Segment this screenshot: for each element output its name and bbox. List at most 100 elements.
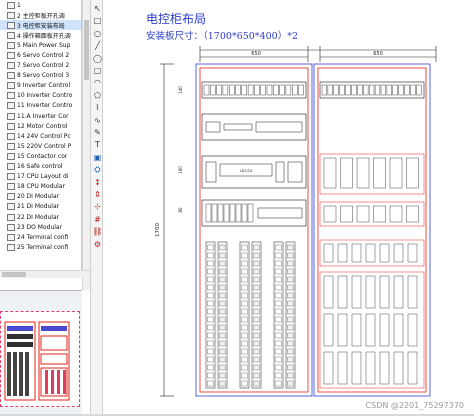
page-thumbnail-preview [4, 321, 70, 401]
polygon-tool-icon[interactable]: ⬠ [93, 91, 102, 100]
page-icon [7, 142, 15, 150]
arc-tool-icon[interactable]: ◠ [93, 78, 102, 87]
page-tree-item[interactable]: 11.A Inverter Cor [0, 111, 81, 121]
settings-tool-icon[interactable]: ⚙ [93, 240, 102, 249]
page-icon [7, 213, 15, 221]
page-tree-item[interactable]: 23 DO Modular [0, 222, 81, 232]
page-tree-item-label: 10 Inverter Contro [17, 92, 73, 100]
ellipse-tool-icon[interactable]: ◯ [93, 54, 102, 63]
page-icon [7, 52, 15, 60]
page-tree-item[interactable]: 24 Terminal confi [0, 232, 81, 242]
scrollbar-thumb[interactable] [84, 20, 89, 80]
page-tree-item-label: 11 Inverter Contro [17, 102, 73, 110]
page-tree-item[interactable]: 18 CPU Modular [0, 182, 81, 192]
page-icon [7, 173, 15, 181]
page-tree-item[interactable]: 8 Servo Control 3 [0, 71, 81, 81]
page-tree-item[interactable]: 7 Servo Control 2 [0, 61, 81, 71]
power-supply-label: LD2/24 [240, 169, 253, 173]
page-icon [7, 1, 15, 9]
page-tree-item[interactable]: 5 Main Power Sup [0, 40, 81, 50]
text-tool-icon[interactable]: T [93, 140, 102, 149]
page-tree-item[interactable]: 22 DI Modular [0, 212, 81, 222]
page-tree-item-label: 7 Servo Control 2 [17, 62, 70, 70]
page-tree-item[interactable]: 11 Inverter Contro [0, 101, 81, 111]
symbol-tool-icon[interactable]: ⛭ [93, 165, 102, 174]
right-relay-modules [319, 153, 425, 227]
page-tree-item-label: 21 DI Modular [17, 203, 60, 211]
page-tree-item[interactable]: 15 220V Control P [0, 141, 81, 151]
polyline-tool-icon[interactable]: ⌇ [93, 103, 102, 112]
page-tree-item[interactable]: 15 Contactor cor [0, 151, 81, 161]
page-icon [7, 92, 15, 100]
page-thumbnail[interactable] [0, 311, 80, 407]
page-tree-item[interactable]: 1 [0, 0, 81, 10]
drawing-subtitle: 安装板尺寸：（1700*650*400）*2 [146, 31, 298, 42]
page-tree-item[interactable]: 20 DI Modular [0, 192, 81, 202]
left-terminal-row [201, 199, 307, 227]
right-breaker-row [319, 81, 425, 99]
page-tree-item-label: 3 电控柜安装布局 [17, 22, 65, 30]
right-io-modules [319, 239, 425, 389]
page-tree-item-label: 17 CPU Layout di [17, 173, 69, 181]
grid-tool-icon[interactable]: # [93, 215, 102, 224]
page-icon [7, 193, 15, 201]
page-icon [7, 62, 15, 70]
dimension-tool-icon[interactable]: ↕ [93, 178, 102, 187]
pointer-tool-icon[interactable]: ↖ [93, 4, 102, 13]
page-tree-horizontal-scrollbar[interactable] [0, 270, 90, 278]
page-icon [7, 21, 15, 29]
page-tree-item-label: 15 Contactor cor [17, 152, 68, 160]
page-tree-item[interactable]: 17 CPU Layout di [0, 172, 81, 182]
rounded-rect-tool-icon[interactable]: ▢ [93, 66, 102, 75]
image-tool-icon[interactable]: ▣ [93, 153, 102, 162]
page-tree-item-label: 23 DO Modular [17, 223, 63, 231]
page-tree-item-label: 20 DI Modular [17, 193, 60, 201]
page-tree-item-label: 22 DI Modular [17, 213, 60, 221]
page-tree-item-label: 4 操作箱面板开孔调 [17, 32, 71, 40]
page-tree-item[interactable]: 10 Inverter Contro [0, 91, 81, 101]
page-icon [7, 163, 15, 171]
snap-tool-icon[interactable]: ⊹ [93, 202, 102, 211]
measure-tool-icon[interactable]: ⇕ [93, 190, 102, 199]
left-power-supply-row: LD2/24 [201, 155, 307, 189]
page-tree-item-label: 1 [17, 1, 21, 9]
page-tree-item-label: 9 Inverter Control [17, 82, 71, 90]
page-icon [7, 82, 15, 90]
page-tree-item[interactable]: 14 24V Control Pc [0, 131, 81, 141]
right-mounting-plate [317, 67, 427, 393]
page-icon [7, 11, 15, 19]
page-tree-item[interactable]: 4 操作箱面板开孔调 [0, 30, 81, 40]
left-breaker-row [201, 81, 307, 99]
page-icon [7, 31, 15, 39]
link-tool-icon[interactable]: ⛓ [92, 227, 102, 236]
cabinet-layout-drawing[interactable]: LD2/24 140 160 80 [170, 58, 460, 398]
page-tree-panel: 1 2 主控柜板开孔调 3 电控柜安装布局 4 操作箱面板开孔调 5 Main Powe… [0, 0, 82, 270]
circle-tool-icon[interactable]: ○ [93, 29, 102, 38]
page-icon [7, 132, 15, 140]
line-tool-icon[interactable]: ╱ [93, 41, 102, 50]
page-tree-item[interactable]: 6 Servo Control 2 [0, 50, 81, 60]
rectangle-tool-icon[interactable]: □ [93, 16, 102, 25]
page-icon [7, 183, 15, 191]
page-icon [7, 72, 15, 80]
spline-tool-icon[interactable]: ∿ [93, 116, 102, 125]
page-tree-item[interactable]: 3 电控柜安装布局 [0, 20, 81, 31]
page-tree-item[interactable]: 9 Inverter Control [0, 81, 81, 91]
page-tree-item[interactable]: 25 Terminal confi [0, 242, 81, 252]
page-tree-item[interactable]: 2 主控柜板开孔调 [0, 10, 81, 20]
freehand-tool-icon[interactable]: ✎ [93, 128, 102, 137]
page-icon [7, 122, 15, 130]
side-dimension-160: 160 [178, 166, 183, 174]
page-tree-item[interactable]: 12 Motor Control [0, 121, 81, 131]
page-icon [7, 243, 15, 251]
page-tree-item-label: 16 Safe control [17, 163, 63, 171]
page-icon [7, 112, 15, 120]
page-tree-item[interactable]: 21 DI Modular [0, 202, 81, 212]
scrollbar-thumb[interactable] [2, 272, 26, 277]
left-driver-row [201, 113, 307, 141]
page-tree-item-label: 24 Terminal confi [17, 233, 69, 241]
page-tree-item[interactable]: 16 Safe control [0, 162, 81, 172]
page-tree-item-label: 25 Terminal confi [17, 243, 69, 251]
page-tree-scrollbar[interactable] [82, 0, 90, 290]
drawing-toolbar: ↖ □ ○ ╱ ◯ ▢ ◠ ⬠ ⌇ ∿ ✎ T ▣ ⛭ ↕ ⇕ ⊹ # ⛓ ⚙ [90, 0, 103, 416]
